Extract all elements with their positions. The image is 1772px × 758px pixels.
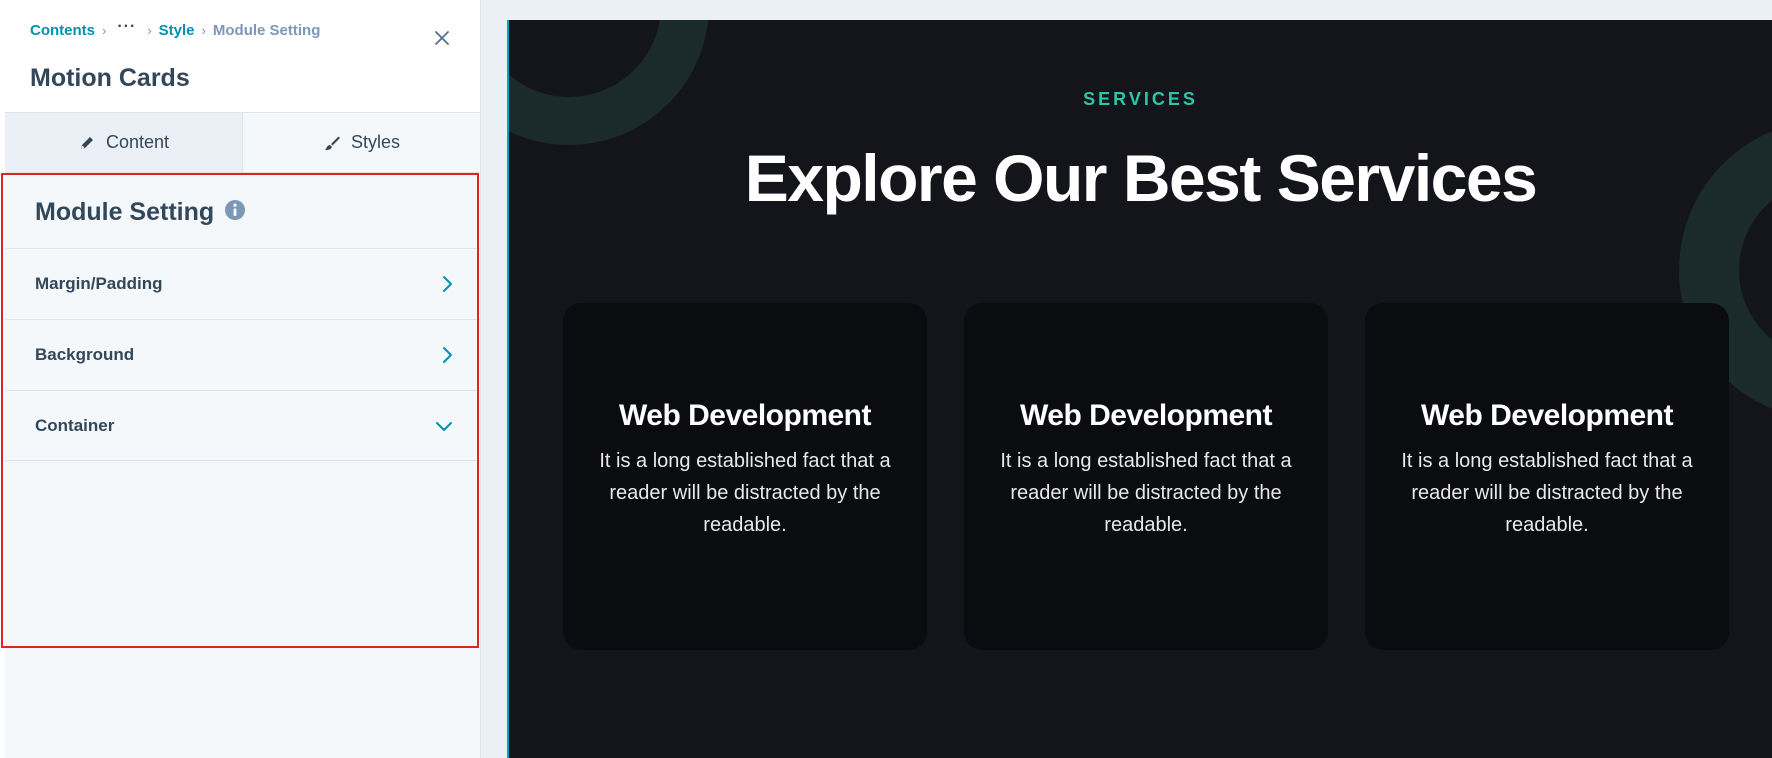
service-card[interactable]: Web Development It is a long established…: [563, 303, 927, 650]
card-title: Web Development: [1020, 399, 1273, 432]
card-text: It is a long established fact that a rea…: [1401, 450, 1693, 536]
pencil-icon: [80, 136, 93, 149]
service-card[interactable]: Web Development It is a long established…: [1365, 303, 1729, 650]
module-setting-title: Module Setting: [35, 198, 215, 226]
panel-title: Motion Cards: [30, 64, 190, 92]
card-text: It is a long established fact that a rea…: [599, 450, 891, 536]
settings-list: Margin/Padding Background Container: [5, 248, 481, 461]
breadcrumb-separator-icon: ›: [102, 22, 107, 38]
chevron-right-icon: [443, 276, 452, 292]
section-eyebrow: SERVICES: [1083, 89, 1198, 109]
setting-label: Background: [35, 345, 135, 364]
setting-container[interactable]: Container: [5, 390, 481, 461]
tab-content-label: Content: [105, 132, 170, 152]
panel-header: Contents › ··· › Style › Module Setting …: [5, 0, 480, 113]
brush-icon: [324, 136, 340, 150]
close-button[interactable]: [430, 26, 454, 50]
tab-content[interactable]: Content: [5, 113, 243, 173]
breadcrumb-separator-icon: ›: [147, 22, 152, 38]
setting-label: Margin/Padding: [35, 274, 163, 293]
card-title: Web Development: [619, 399, 872, 432]
info-icon[interactable]: [224, 199, 246, 221]
decorative-ring: [509, 20, 709, 145]
close-icon: [435, 31, 449, 45]
page-preview[interactable]: SERVICES Explore Our Best Services Web D…: [507, 20, 1772, 758]
panel-tabs: Content Styles: [5, 113, 480, 173]
breadcrumb-current: Module Setting: [212, 21, 321, 39]
breadcrumb: Contents › ··· › Style › Module Setting: [30, 18, 321, 39]
chevron-right-icon: [443, 347, 452, 363]
card-title: Web Development: [1421, 399, 1674, 432]
tab-styles[interactable]: Styles: [243, 113, 480, 173]
tab-styles-label: Styles: [350, 132, 401, 152]
setting-margin-padding[interactable]: Margin/Padding: [5, 248, 481, 319]
breadcrumb-separator-icon: ›: [201, 22, 206, 38]
section-title: Explore Our Best Services: [744, 141, 1538, 215]
chevron-down-icon: [436, 421, 452, 431]
breadcrumb-ellipsis-button[interactable]: ···: [117, 18, 136, 36]
editor-panel: Contents › ··· › Style › Module Setting …: [0, 0, 481, 758]
motion-cards: Web Development It is a long established…: [563, 303, 1729, 650]
module-setting-heading: Module Setting: [35, 198, 246, 227]
breadcrumb-style-link[interactable]: Style: [159, 22, 195, 39]
breadcrumb-contents-link[interactable]: Contents: [30, 22, 95, 39]
card-text: It is a long established fact that a rea…: [1000, 450, 1292, 536]
setting-label: Container: [35, 415, 115, 435]
service-card[interactable]: Web Development It is a long established…: [964, 303, 1328, 650]
setting-background[interactable]: Background: [5, 319, 481, 390]
